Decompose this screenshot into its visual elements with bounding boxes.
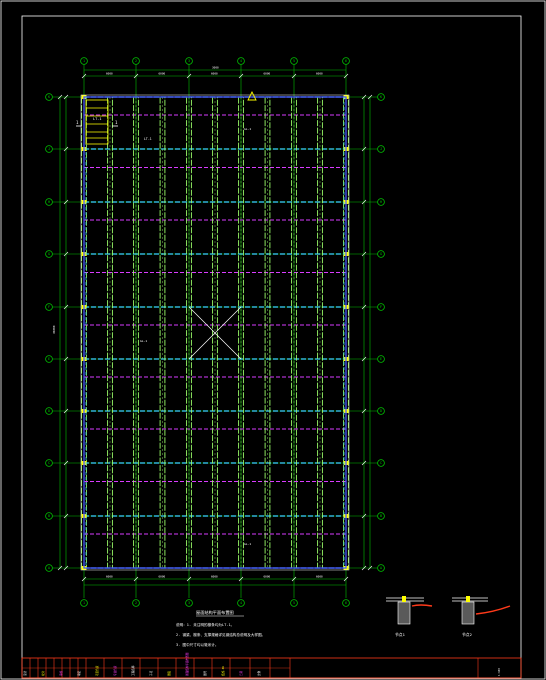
section-mark-right: 1 <box>115 120 118 125</box>
grid-bubble-left-label: G <box>48 252 50 256</box>
dimension-text: 6000 <box>211 575 218 579</box>
overall-dimension-left: 45000 <box>52 325 56 334</box>
grid-bubble-right-label: D <box>380 409 382 413</box>
grid-bubble-bottom-label: 6 <box>345 601 347 605</box>
note-line-2: 2. 钢梁、檩条、支撑规格详见钢结构总说明及大样图。 <box>176 632 265 637</box>
grid-bubble-top-label: 3 <box>188 59 190 63</box>
dimension-text: 6000 <box>264 72 271 76</box>
title-block-cell-text: 比例 <box>257 670 261 676</box>
beam-label-1: GL-1 <box>140 339 147 343</box>
grid-bubble-top-label: 2 <box>135 59 137 63</box>
grid-bubble-bottom-label: 2 <box>135 601 137 605</box>
overall-dimension-top: 3000 <box>212 66 219 70</box>
dimension-text: 6000 <box>211 72 218 76</box>
detail-2: 节点2 <box>452 596 511 637</box>
dimension-text: 6000 <box>316 575 323 579</box>
grid-bubble-left-label: H <box>48 200 50 204</box>
title-block-cell-text: 日期 <box>239 670 243 676</box>
title-block-cell-text: 1:100 <box>497 668 501 676</box>
dimension-text: 6000 <box>159 72 166 76</box>
grid-bubble-bottom-label: 3 <box>188 601 190 605</box>
grid-bubble-right-label: J <box>380 147 382 151</box>
grid-bubble-right-label: C <box>380 461 382 465</box>
dimension-text: 6000 <box>106 575 113 579</box>
grid-bubble-right-label: A <box>380 566 382 570</box>
drawing-title: 屋面结构平面布置图 <box>196 609 234 616</box>
note-line-3: 3. 图中尺寸均以毫米计。 <box>176 642 218 647</box>
section-marker-right: 1 <box>112 120 118 127</box>
dimension-text: 6000 <box>316 72 323 76</box>
grid-bubble-left-label: B <box>48 514 50 518</box>
title-block-cell-text: 审定 <box>77 670 81 676</box>
title-block: 设计 校对 审核 审定 项目负责 专业负责 工程名称 子项 图名 屋面结构平面布置图图号 结施-06… <box>21 652 522 679</box>
title-block-cell-text: 审核 <box>59 670 63 676</box>
grid-bubble-left-label: A <box>48 566 50 570</box>
grid-bubble-right-label: G <box>380 252 382 256</box>
title-block-cell-text: 项目负责 <box>95 665 99 676</box>
sheet-outer-border <box>0 0 546 680</box>
note-line-1: 说明：1. 未注明的檩条均为LT-1。 <box>176 622 234 627</box>
section-mark-left: 1 <box>76 120 79 125</box>
title-block-cell-text: 校对 <box>41 670 45 676</box>
grid-bubble-right-label: H <box>380 200 382 204</box>
north-marker-triangle <box>247 90 257 101</box>
grid-bubble-layer: 112233445566K KJ JH HG GF FE ED DC CB BA A <box>45 57 385 607</box>
detail-1: 节点1 <box>386 596 433 637</box>
title-block-cell-text: 结施-06 <box>221 666 225 676</box>
steel-beam-layer <box>81 95 349 570</box>
stair-opening: LT-1 <box>85 99 109 145</box>
title-block-cell-text: 图名 <box>167 670 171 676</box>
title-block-cell-text: 图号 <box>203 670 207 676</box>
dimension-text: 6000 <box>159 575 166 579</box>
grid-bubble-left-label: J <box>48 147 50 151</box>
grid-bubble-right-label: B <box>380 514 382 518</box>
grid-bubble-right-label: E <box>380 357 382 361</box>
grid-bubble-bottom-label: 5 <box>293 601 295 605</box>
title-block-cell-text: 工程名称 <box>131 665 135 676</box>
title-block-cell-text: 专业负责 <box>113 665 117 676</box>
title-block-cell-text: 子项 <box>149 670 153 676</box>
grid-bubble-bottom-label: 1 <box>83 601 85 605</box>
grid-bubble-left-label: E <box>48 357 50 361</box>
dimension-text: 6000 <box>264 575 271 579</box>
detail-2-label: 节点2 <box>462 632 472 637</box>
grid-bubble-top-label: 4 <box>240 59 242 63</box>
grid-bubble-right-label: F <box>380 305 382 309</box>
title-block-cell-text: 屋面结构平面布置图 <box>185 652 189 676</box>
grid-bubble-top-label: 6 <box>345 59 347 63</box>
purlin-label: LT-1 <box>144 137 152 141</box>
beam-label-3: GL-1 <box>244 542 251 546</box>
grid-bubble-top-label: 5 <box>293 59 295 63</box>
grid-bubble-left-label: C <box>48 461 50 465</box>
detail-1-label: 节点1 <box>395 632 406 637</box>
beam-label-2: GL-1 <box>244 127 251 131</box>
cad-drawing-sheet: 6000 6000 6000 6000 6000 6000 6000 6000 6000 6000… <box>0 0 546 680</box>
dimension-text: 6000 <box>106 72 113 76</box>
grid-bubble-left-label: D <box>48 409 50 413</box>
stair-label: LT-1 <box>93 117 101 121</box>
title-block-cell-text: 设计 <box>23 670 27 676</box>
grid-bubble-left-label: F <box>48 305 50 309</box>
grid-bubble-top-label: 1 <box>83 59 85 63</box>
grid-bubble-bottom-label: 4 <box>240 601 242 605</box>
